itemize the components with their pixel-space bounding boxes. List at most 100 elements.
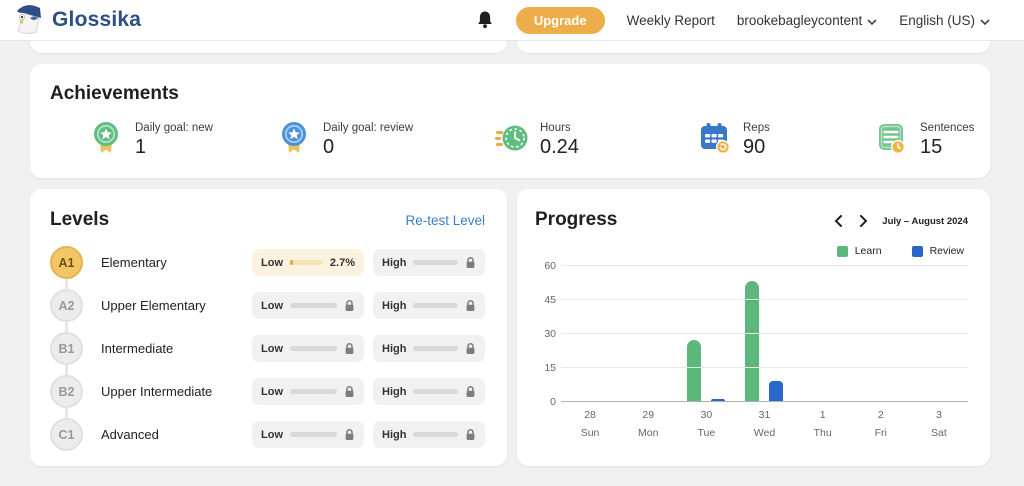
chart-plot [561,266,968,402]
legend-item-learn: Learn [837,245,882,257]
dashboard-page: Achievements Daily goal: new 1 [0,41,1024,466]
stat-daily-goal-review: Daily goal: review 0 [278,120,495,159]
x-tick-label: 28Sun [561,409,619,439]
achievements-card: Achievements Daily goal: new 1 [30,64,990,178]
lock-icon [344,299,355,312]
bar-learn [687,340,701,401]
x-tick-label: 1Thu [794,409,852,439]
learn-swatch [837,246,848,257]
slider-label: Low [261,343,283,355]
chevron-down-icon [867,13,877,28]
stat-label: Daily goal: new [135,122,213,134]
account-name: brookebagleycontent [737,13,862,28]
retest-level-link[interactable]: Re-test Level [405,213,485,228]
level-low-slider[interactable]: Low 2.7% [252,249,364,276]
logo-wordmark: Glossika [52,8,141,32]
slider-track [290,432,337,437]
legend-label: Learn [855,245,882,257]
top-nav: Glossika Upgrade Weekly Report brookebag… [0,0,1024,41]
card-bottom-stub-left [30,41,507,53]
x-tick-label: 3Sat [910,409,968,439]
x-tick-label: 29Mon [619,409,677,439]
stat-label: Sentences [920,122,974,134]
account-dropdown[interactable]: brookebagleycontent [737,13,877,28]
level-high-slider: High [373,421,485,448]
slider-track [413,389,458,394]
stat-value: 1 [135,136,213,159]
levels-list: A1 Elementary Low 2.7% High A2 Upper Ele… [50,241,485,456]
stat-value: 0.24 [540,136,579,159]
lock-icon [344,342,355,355]
level-low-slider: Low [252,292,364,319]
slider-label: Low [261,429,283,441]
y-tick-label: 15 [544,362,556,374]
slider-label: High [382,429,406,441]
level-high-slider: High [373,378,485,405]
y-tick-label: 0 [550,396,556,408]
level-low-slider: Low [252,378,364,405]
level-high-slider: High [373,335,485,362]
glossika-logo[interactable]: Glossika [10,2,141,39]
weekly-report-link[interactable]: Weekly Report [627,13,715,28]
level-badge: B1 [50,332,83,365]
slider-track [413,432,458,437]
stat-daily-goal-new: Daily goal: new 1 [90,120,278,159]
lock-icon [465,256,476,269]
lock-icon [465,342,476,355]
calendar-repeat-icon [698,120,730,156]
document-clock-icon [875,120,907,156]
level-badge: A1 [50,246,83,279]
level-name: Upper Intermediate [101,384,252,399]
stat-value: 15 [920,136,974,159]
gridline [561,333,968,334]
lock-icon [344,385,355,398]
language-name: English (US) [899,13,975,28]
bar-review [769,381,783,401]
level-row: A2 Upper Elementary Low High [50,284,485,327]
chevron-left-icon[interactable] [832,213,845,229]
progress-card: Progress July – August 2024 Learn [517,189,990,466]
y-tick-label: 30 [544,328,556,340]
slider-label: Low [261,300,283,312]
level-row: B2 Upper Intermediate Low High [50,370,485,413]
slider-fill [290,260,293,265]
lock-icon [344,428,355,441]
level-name: Intermediate [101,341,252,356]
slider-track [290,260,323,265]
medal-star-blue-icon [278,120,310,156]
progress-title: Progress [535,209,617,231]
level-name: Advanced [101,427,252,442]
level-name: Upper Elementary [101,298,252,313]
slider-track [413,260,458,265]
bar-review [711,399,725,401]
x-tick-label: 30Tue [677,409,735,439]
level-name: Elementary [101,255,252,270]
language-dropdown[interactable]: English (US) [899,13,990,28]
level-high-slider: High [373,249,485,276]
level-low-slider: Low [252,421,364,448]
owl-logo-icon [10,2,46,39]
period-label: July – August 2024 [882,216,968,227]
stat-label: Daily goal: review [323,122,413,134]
chevron-right-icon[interactable] [857,213,870,229]
upgrade-button[interactable]: Upgrade [516,7,605,34]
chart-legend: Learn Review [535,245,964,257]
lock-icon [465,428,476,441]
slider-track [290,389,337,394]
legend-label: Review [930,245,964,257]
stat-hours: Hours 0.24 [495,120,698,159]
progress-bar-chart: 015304560 [535,266,968,402]
level-badge: A2 [50,289,83,322]
stat-label: Hours [540,122,579,134]
stat-label: Reps [743,122,770,134]
period-navigation: July – August 2024 [832,213,968,229]
notification-bell-icon[interactable] [476,10,494,30]
card-bottom-stub-right [517,41,990,53]
slider-label: High [382,343,406,355]
y-tick-label: 45 [544,294,556,306]
slider-track [290,346,337,351]
gridline [561,265,968,266]
gridline [561,367,968,368]
slider-value: 2.7% [330,257,355,269]
x-tick-label: 31Wed [735,409,793,439]
